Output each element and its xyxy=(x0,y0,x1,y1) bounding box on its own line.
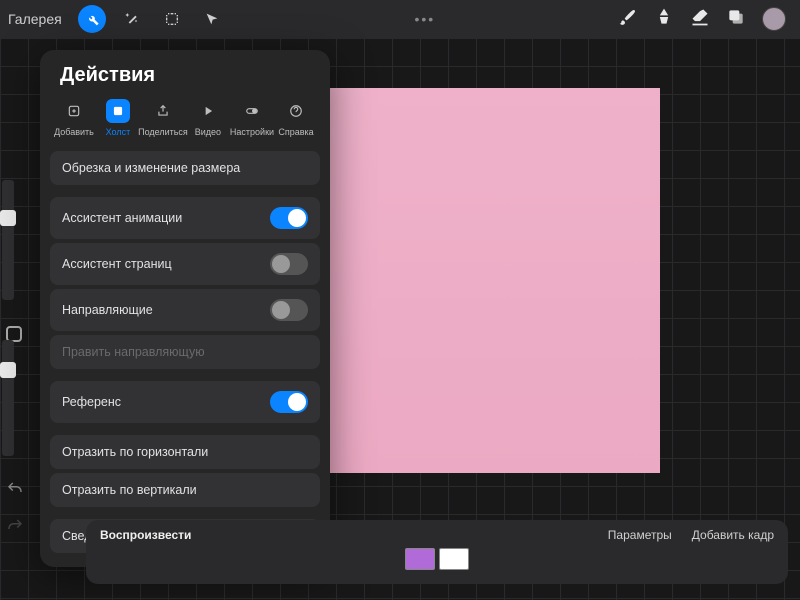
selection-icon[interactable] xyxy=(158,5,186,33)
redo-icon[interactable] xyxy=(6,517,30,540)
tab-label: Холст xyxy=(106,127,131,137)
tab-label: Справка xyxy=(278,127,313,137)
panel-tabs: Добавить Холст Поделиться Видео Настройк… xyxy=(50,99,320,147)
brush-size-slider[interactable] xyxy=(2,180,14,300)
row-label: Направляющие xyxy=(62,303,153,317)
tab-help[interactable]: Справка xyxy=(274,99,318,137)
cursor-icon[interactable] xyxy=(198,5,226,33)
row-flip-vertical[interactable]: Отразить по вертикали xyxy=(50,473,320,507)
toggle-page-assist[interactable] xyxy=(270,253,308,275)
toggle-reference[interactable] xyxy=(270,391,308,413)
row-edit-guide: Править направляющую xyxy=(50,335,320,369)
row-drawing-guide[interactable]: Направляющие xyxy=(50,289,320,331)
row-label: Править направляющую xyxy=(62,345,205,359)
slider-thumb[interactable] xyxy=(0,362,16,378)
tab-prefs[interactable]: Настройки xyxy=(230,99,274,137)
row-label: Обрезка и изменение размера xyxy=(62,161,240,175)
tab-canvas[interactable]: Холст xyxy=(96,99,140,137)
play-icon xyxy=(196,99,220,123)
frame-strip xyxy=(100,548,774,570)
play-button[interactable]: Воспроизвести xyxy=(100,528,191,542)
add-frame-button[interactable]: Добавить кадр xyxy=(692,528,774,542)
gallery-button[interactable]: Галерея xyxy=(8,11,62,27)
row-label: Ассистент анимации xyxy=(62,211,182,225)
row-label: Отразить по горизонтали xyxy=(62,445,208,459)
row-reference[interactable]: Референс xyxy=(50,381,320,423)
tab-label: Поделиться xyxy=(138,127,188,137)
row-animation-assist[interactable]: Ассистент анимации xyxy=(50,197,320,239)
tab-label: Видео xyxy=(195,127,221,137)
layers-icon[interactable] xyxy=(726,7,746,32)
toggle-animation-assist[interactable] xyxy=(270,207,308,229)
brush-icon[interactable] xyxy=(618,7,638,32)
toolbar-center: ••• xyxy=(232,11,618,27)
eraser-icon[interactable] xyxy=(690,7,710,32)
tab-share[interactable]: Поделиться xyxy=(140,99,186,137)
row-label: Ассистент страниц xyxy=(62,257,172,271)
help-icon xyxy=(284,99,308,123)
smudge-icon[interactable] xyxy=(654,7,674,32)
row-label: Референс xyxy=(62,395,121,409)
undo-icon[interactable] xyxy=(6,480,30,503)
share-icon xyxy=(151,99,175,123)
canvas-icon xyxy=(106,99,130,123)
row-crop-resize[interactable]: Обрезка и изменение размера xyxy=(50,151,320,185)
toolbar-right xyxy=(618,7,786,32)
undo-redo-group xyxy=(6,480,30,540)
slider-thumb[interactable] xyxy=(0,210,16,226)
modify-dots-icon[interactable]: ••• xyxy=(414,11,435,27)
top-toolbar: Галерея ••• xyxy=(0,0,800,38)
row-label: Отразить по вертикали xyxy=(62,483,197,497)
canvas[interactable] xyxy=(330,88,660,473)
tab-label: Добавить xyxy=(54,127,94,137)
toggle-icon xyxy=(240,99,264,123)
frame-thumbnail[interactable] xyxy=(405,548,435,570)
add-icon xyxy=(62,99,86,123)
frame-options-button[interactable]: Параметры xyxy=(608,528,672,542)
frame-thumbnail[interactable] xyxy=(439,548,469,570)
wrench-icon[interactable] xyxy=(78,5,106,33)
wand-icon[interactable] xyxy=(118,5,146,33)
brush-opacity-slider[interactable] xyxy=(2,340,14,456)
actions-panel: Действия Добавить Холст Поделиться Видео… xyxy=(40,50,330,567)
row-page-assist[interactable]: Ассистент страниц xyxy=(50,243,320,285)
tab-add[interactable]: Добавить xyxy=(52,99,96,137)
color-swatch[interactable] xyxy=(762,7,786,31)
toggle-drawing-guide[interactable] xyxy=(270,299,308,321)
tab-video[interactable]: Видео xyxy=(186,99,230,137)
row-flip-horizontal[interactable]: Отразить по горизонтали xyxy=(50,435,320,469)
tab-label: Настройки xyxy=(230,127,274,137)
animation-bar: Воспроизвести Параметры Добавить кадр xyxy=(86,520,788,584)
panel-title: Действия xyxy=(60,64,314,87)
